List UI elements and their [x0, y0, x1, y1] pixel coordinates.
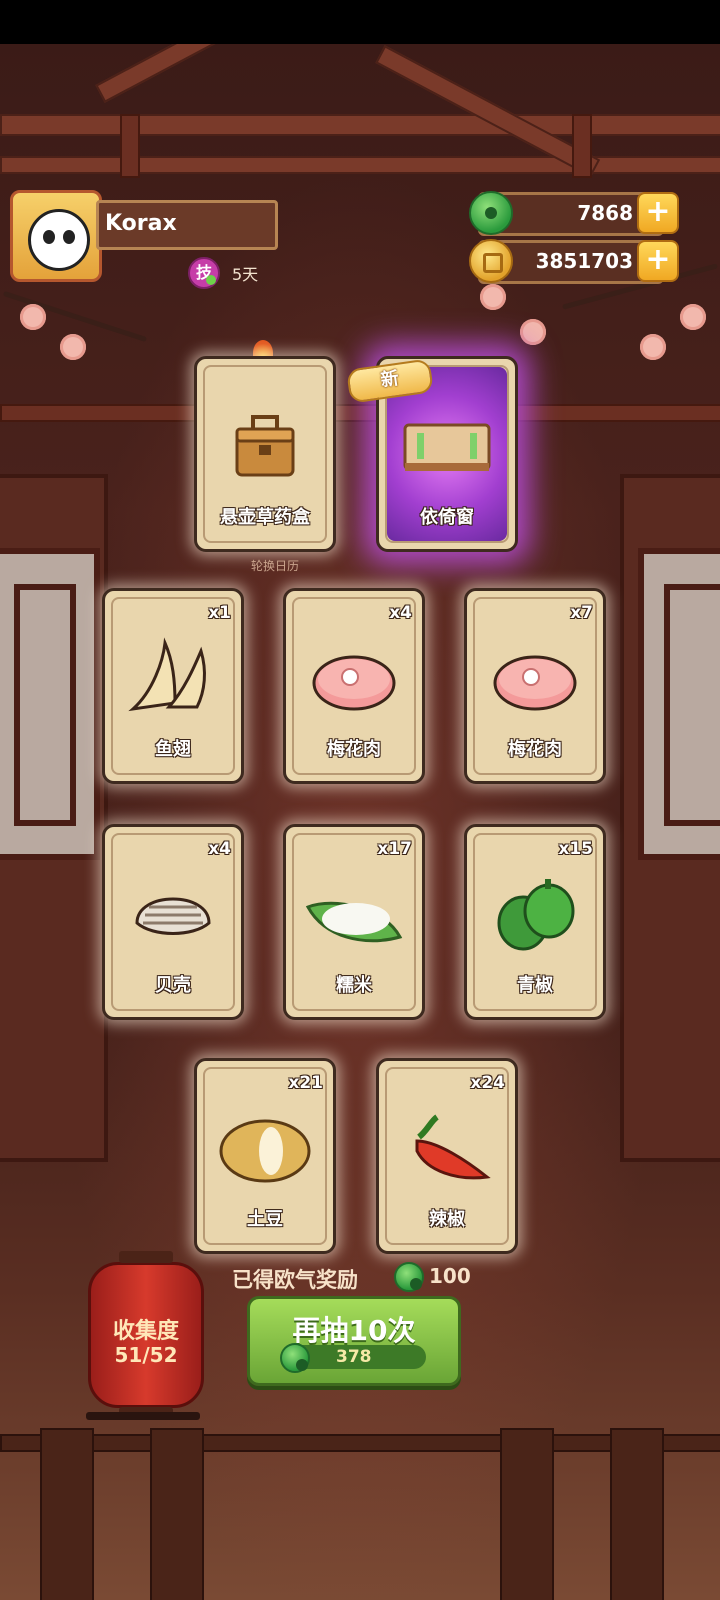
- draw-again-button[interactable]: 再抽10次 378: [247, 1296, 461, 1386]
- blossom: [60, 334, 86, 360]
- card-label: 辣椒: [429, 1209, 465, 1230]
- roof-beam: [0, 114, 720, 136]
- pork-icon: [312, 655, 396, 711]
- green-pepper-icon: [497, 879, 575, 951]
- blossom: [20, 304, 46, 330]
- reward-card[interactable]: x7 梅花肉: [464, 588, 606, 784]
- draw-cost-value: 378: [336, 1347, 372, 1367]
- rice-icon: [305, 901, 403, 943]
- card-label: 悬壶草药盒: [220, 507, 310, 528]
- potato-icon: [219, 1119, 311, 1183]
- card-label: 依倚窗: [420, 507, 474, 528]
- reward-card[interactable]: x15 青椒: [464, 824, 606, 1020]
- jade-icon: [394, 1262, 424, 1292]
- card-quantity: x15: [558, 839, 593, 859]
- rotation-calendar-label[interactable]: 轮换日历: [235, 557, 315, 574]
- blossom: [680, 304, 706, 330]
- wall-beam: [0, 404, 720, 422]
- coin-icon: [469, 239, 513, 283]
- herb-box-icon: [235, 415, 295, 477]
- reward-card[interactable]: x24 辣椒: [376, 1058, 518, 1254]
- blossom: [520, 319, 546, 345]
- roof-post: [120, 114, 140, 178]
- days-counter: 5天: [232, 265, 259, 284]
- skill-badge-icon[interactable]: 技: [188, 257, 220, 289]
- jade-counter: 7868 +: [469, 191, 679, 236]
- card-quantity: x21: [288, 1073, 323, 1093]
- card-label: 糯米: [336, 975, 372, 996]
- coin-counter: 3851703 +: [469, 239, 679, 284]
- lattice-door-right: [620, 474, 720, 1162]
- reward-card[interactable]: x4 贝壳: [102, 824, 244, 1020]
- roof-rafter: [95, 44, 321, 103]
- notification-dot-icon: [206, 275, 216, 285]
- card-label: 梅花肉: [508, 739, 562, 760]
- draw-cost: 378: [280, 1343, 426, 1373]
- add-coins-button[interactable]: +: [637, 240, 679, 282]
- draw-button-label: 再抽10次: [292, 1314, 416, 1347]
- card-quantity: x1: [208, 603, 231, 623]
- jade-icon: [469, 191, 513, 235]
- railing-post: [500, 1428, 554, 1600]
- window-frame-icon: [403, 423, 491, 471]
- reward-card[interactable]: x17 糯米: [283, 824, 425, 1020]
- reward-value: 100: [429, 1264, 471, 1288]
- roof-post: [572, 114, 592, 178]
- pork-icon: [493, 655, 577, 711]
- reward-card[interactable]: x1 鱼翅: [102, 588, 244, 784]
- lantern-stand: [86, 1412, 200, 1420]
- card-quantity: x7: [570, 603, 593, 623]
- card-label: 鱼翅: [155, 739, 191, 760]
- coin-amount: 3851703: [535, 249, 633, 273]
- shell-icon: [135, 897, 211, 935]
- collection-progress: 51/52: [114, 1343, 178, 1367]
- reward-text: 已得欧气奖励: [232, 1268, 358, 1292]
- card-quantity: x17: [377, 839, 412, 859]
- card-label: 土豆: [247, 1209, 283, 1230]
- railing-post: [150, 1428, 204, 1600]
- railing-post: [610, 1428, 664, 1600]
- status-bar: [0, 0, 720, 44]
- shark-fin-icon: [128, 637, 206, 712]
- card-quantity: x4: [389, 603, 412, 623]
- card-quantity: x4: [208, 839, 231, 859]
- reward-card[interactable]: x4 梅花肉: [283, 588, 425, 784]
- player-name-bar: Korax: [96, 200, 278, 250]
- blossom: [640, 334, 666, 360]
- player-name: Korax: [105, 211, 177, 236]
- player-avatar[interactable]: [10, 190, 102, 282]
- chili-icon: [415, 1114, 491, 1180]
- card-label: 梅花肉: [327, 739, 381, 760]
- collection-title: 收集度: [112, 1319, 179, 1344]
- card-quantity: x24: [470, 1073, 505, 1093]
- railing-post: [40, 1428, 94, 1600]
- card-label: 贝壳: [155, 975, 191, 996]
- reward-card[interactable]: x21 土豆: [194, 1058, 336, 1254]
- collection-lantern-button[interactable]: 收集度 51/52: [88, 1251, 204, 1419]
- jade-icon: [280, 1343, 310, 1373]
- roof-beam: [0, 156, 720, 174]
- reward-card[interactable]: 悬壶草药盒: [194, 356, 336, 552]
- blossom: [480, 284, 506, 310]
- card-label: 青椒: [517, 975, 553, 996]
- add-jade-button[interactable]: +: [637, 192, 679, 234]
- lattice-door-left: [0, 474, 108, 1162]
- jade-amount: 7868: [577, 201, 633, 225]
